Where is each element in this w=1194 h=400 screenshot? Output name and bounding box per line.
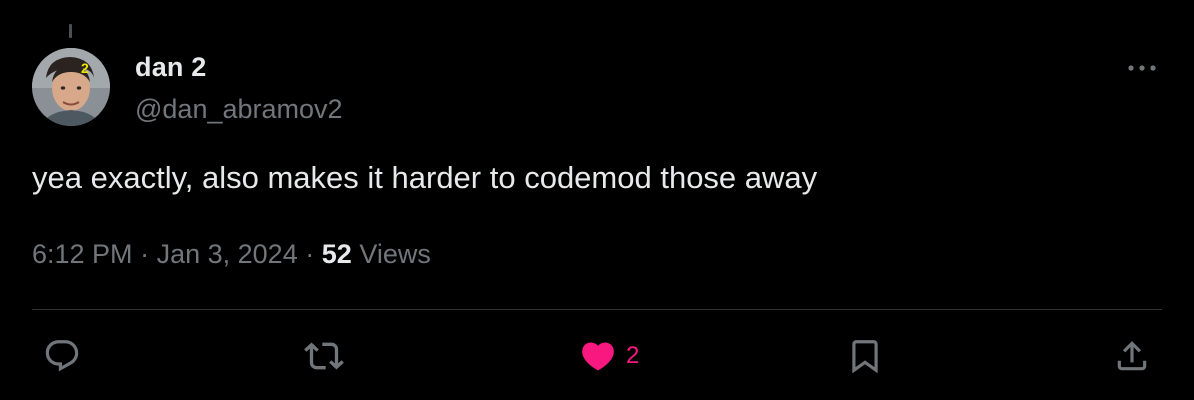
tweet-date[interactable]: Jan 3, 2024 — [157, 239, 298, 269]
share-button[interactable] — [1113, 336, 1151, 376]
thread-connector-line — [69, 24, 72, 38]
reply-icon — [45, 340, 79, 372]
meta-separator: · — [305, 239, 315, 269]
bookmark-button[interactable] — [846, 336, 884, 376]
avatar-badge: 2 — [81, 60, 89, 76]
avatar[interactable]: 2 — [32, 48, 110, 126]
display-name[interactable]: dan 2 — [135, 52, 207, 83]
heart-filled-icon — [582, 342, 614, 371]
reply-button[interactable] — [43, 336, 81, 376]
avatar-image: 2 — [32, 48, 110, 126]
more-button[interactable] — [1124, 56, 1160, 80]
share-icon — [1117, 341, 1147, 371]
views-label: Views — [359, 239, 431, 269]
repost-icon — [304, 342, 344, 370]
like-count: 2 — [626, 342, 640, 369]
tweet-meta: 6:12 PM · Jan 3, 2024 · 52 Views — [32, 239, 431, 270]
like-button[interactable]: 2 — [578, 336, 639, 376]
divider — [32, 309, 1162, 310]
more-horizontal-icon — [1128, 65, 1156, 71]
tweet-time[interactable]: 6:12 PM — [32, 239, 133, 269]
repost-button[interactable] — [304, 336, 344, 376]
meta-separator: · — [140, 239, 150, 269]
user-handle[interactable]: @dan_abramov2 — [135, 94, 343, 125]
tweet-text: yea exactly, also makes it harder to cod… — [32, 160, 818, 195]
bookmark-icon — [852, 340, 878, 374]
views-count: 52 — [321, 239, 352, 269]
